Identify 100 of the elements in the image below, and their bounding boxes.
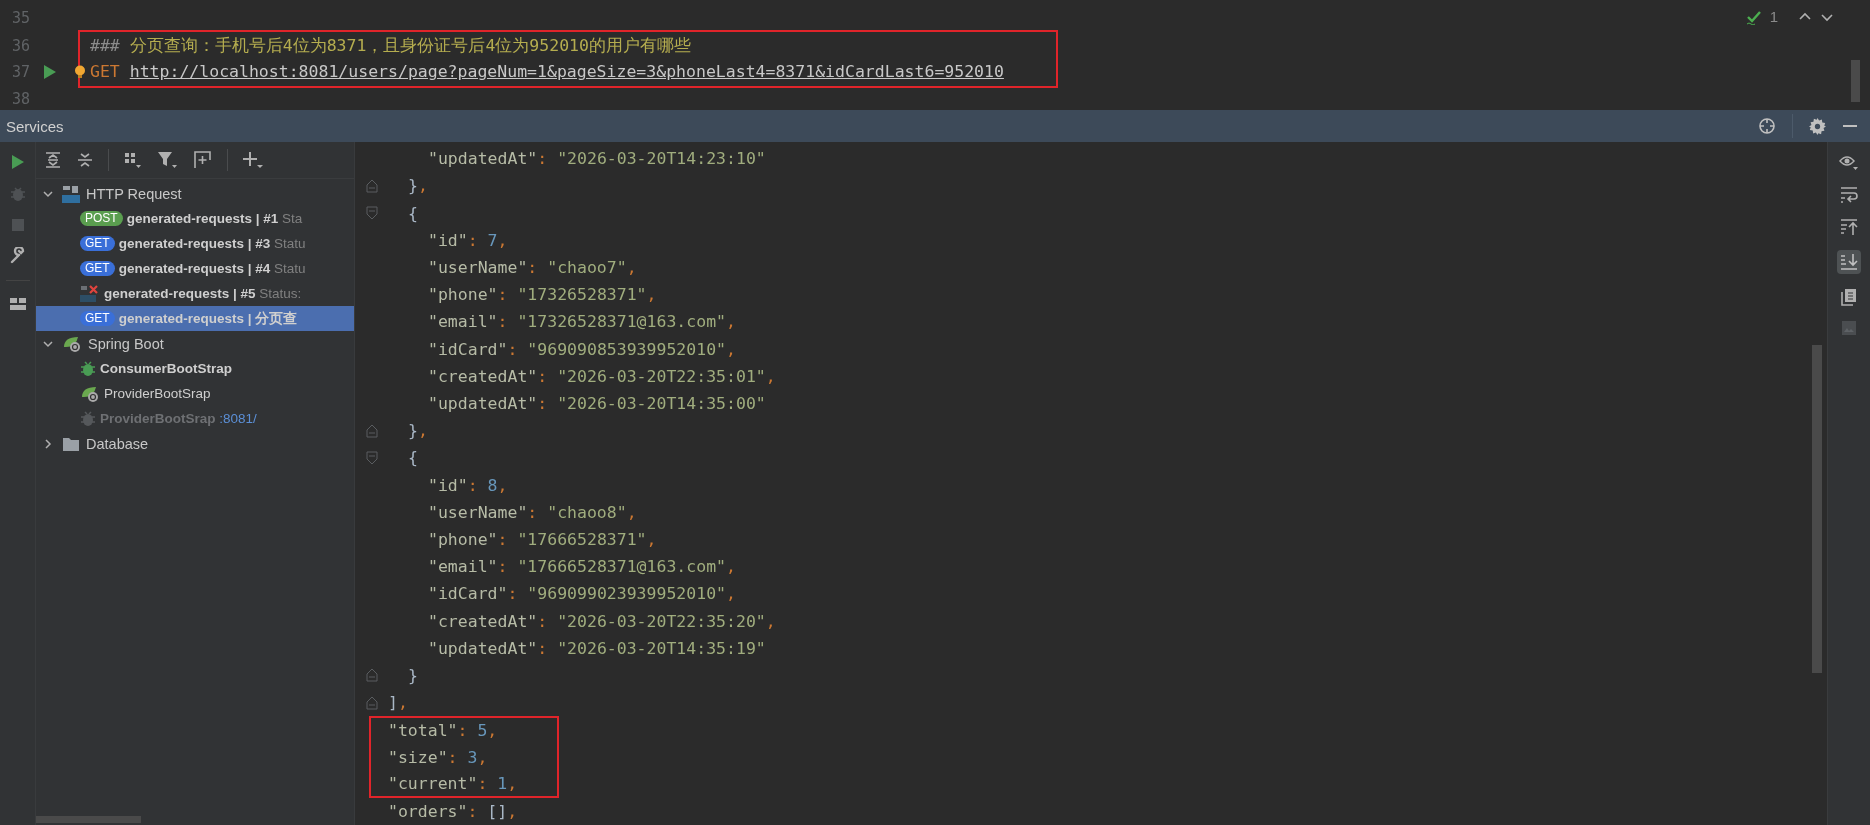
scroll-top-icon[interactable] — [1840, 218, 1858, 236]
json-colon: : — [457, 721, 468, 741]
settings-icon[interactable] — [1809, 117, 1826, 135]
tree-item[interactable]: ProviderBootSrap — [36, 381, 354, 406]
json-comma: , — [397, 693, 408, 713]
json-comma: , — [646, 285, 657, 305]
json-comma: , — [417, 176, 428, 196]
run-icon[interactable] — [9, 154, 26, 170]
bug-icon — [80, 360, 96, 377]
json-colon: : — [467, 475, 478, 495]
tree-item[interactable]: ConsumerBootStrap — [36, 356, 354, 381]
group-icon[interactable] — [123, 151, 143, 169]
http-method: GET — [90, 62, 120, 81]
json-string: "2026-03-20T22:35:01" — [557, 366, 766, 386]
method-badge: GET — [80, 236, 115, 251]
tool-window-title: Services — [6, 117, 64, 135]
eye-icon[interactable] — [1839, 154, 1859, 172]
json-colon: : — [497, 312, 508, 332]
json-key: "idCard" — [428, 584, 508, 604]
scrollbar-thumb[interactable] — [1812, 345, 1822, 673]
json-key: "orders" — [388, 802, 468, 821]
json-comma: , — [507, 773, 518, 793]
crosshair-icon[interactable] — [1758, 117, 1776, 135]
folder-icon — [62, 435, 80, 452]
json-number: 3 — [467, 747, 478, 767]
bug-icon — [80, 410, 96, 427]
json-comma: , — [765, 366, 776, 386]
json-bracket: [] — [487, 802, 508, 821]
tree-group[interactable]: Spring Boot — [36, 331, 354, 356]
request-url[interactable]: http://localhost:8081/users/page?pageNum=1&pageSize=3&phoneLast4=8371&idCardLast6=952010 — [129, 62, 1004, 81]
bulb-icon[interactable] — [74, 64, 86, 79]
json-colon: : — [527, 257, 538, 277]
json-colon: : — [467, 230, 478, 250]
json-number: 5 — [477, 721, 488, 741]
run-icon[interactable] — [43, 63, 57, 80]
chevron-right-icon[interactable] — [42, 437, 54, 450]
json-comma: , — [507, 802, 518, 821]
json-key: "id" — [428, 230, 468, 250]
leaf-icon — [80, 384, 100, 403]
tree-group[interactable]: HTTP Request — [36, 181, 354, 206]
tree-item[interactable]: GET generated-requests | #3 Statu — [36, 231, 354, 256]
json-key: "size" — [388, 747, 448, 767]
json-comma: , — [417, 421, 428, 441]
json-colon: : — [537, 393, 548, 413]
json-colon: : — [507, 584, 518, 604]
json-string: "17326528371@163.com" — [517, 312, 727, 332]
json-key: "id" — [428, 475, 468, 495]
scrollbar-thumb[interactable] — [1851, 60, 1860, 102]
json-string: "17666528371@163.com" — [517, 557, 727, 577]
scrollbar-thumb[interactable] — [36, 816, 141, 823]
json-colon: : — [467, 802, 478, 821]
json-comma: , — [646, 529, 657, 549]
line-number: 36 — [10, 36, 30, 55]
json-string: "chaoo8" — [547, 502, 627, 522]
line-number: 35 — [10, 9, 30, 28]
leaf-icon — [62, 334, 82, 353]
json-key: "updatedAt" — [428, 638, 538, 658]
json-bracket: } — [408, 421, 418, 441]
json-number: 7 — [487, 230, 498, 250]
json-colon: : — [477, 773, 488, 793]
json-bracket: { — [408, 448, 418, 468]
tree-item[interactable]: GET generated-requests | #4 Statu — [36, 256, 354, 281]
json-bracket: } — [408, 665, 418, 685]
json-colon: : — [537, 638, 548, 658]
scroll-end-button[interactable] — [1837, 250, 1861, 274]
wrap-icon[interactable] — [1840, 186, 1858, 204]
json-key: "total" — [388, 721, 458, 741]
tree-item[interactable]: POST generated-requests | #1 Sta — [36, 206, 354, 231]
method-badge: GET — [80, 261, 115, 276]
tree-item[interactable]: generated-requests | #5 Status: — [36, 281, 354, 306]
collapse-all-icon[interactable] — [76, 151, 94, 169]
api-error-icon — [80, 284, 100, 303]
json-comma: , — [765, 611, 776, 631]
json-key: "idCard" — [428, 339, 508, 359]
json-number: 8 — [487, 475, 498, 495]
add-icon[interactable] — [242, 150, 264, 170]
json-bracket: ] — [388, 693, 398, 713]
json-string: "2026-03-20T14:35:00" — [557, 393, 766, 413]
json-comma: , — [487, 721, 498, 741]
add-panel-icon[interactable] — [193, 151, 213, 169]
expand-all-icon[interactable] — [44, 151, 62, 169]
json-string: "969099023939952010" — [527, 584, 727, 604]
layout-icon[interactable] — [8, 296, 27, 312]
json-string: "17326528371" — [517, 285, 647, 305]
json-key: "updatedAt" — [428, 393, 538, 413]
json-key: "updatedAt" — [428, 149, 538, 169]
json-comma: , — [726, 584, 736, 604]
method-badge: POST — [80, 211, 123, 226]
json-key: "current" — [388, 773, 478, 793]
tree-item[interactable]: GET generated-requests | 分页查 — [36, 306, 354, 331]
json-comma: , — [726, 312, 736, 332]
copy-icon[interactable] — [1841, 288, 1857, 306]
filter-icon[interactable] — [157, 151, 179, 169]
line-number: 37 — [10, 62, 30, 81]
json-colon: : — [497, 557, 508, 577]
tree-group[interactable]: Database — [36, 431, 354, 456]
api-icon — [62, 184, 80, 203]
json-key: "createdAt" — [428, 611, 538, 631]
json-colon: : — [497, 529, 508, 549]
method-badge: GET — [80, 311, 115, 326]
